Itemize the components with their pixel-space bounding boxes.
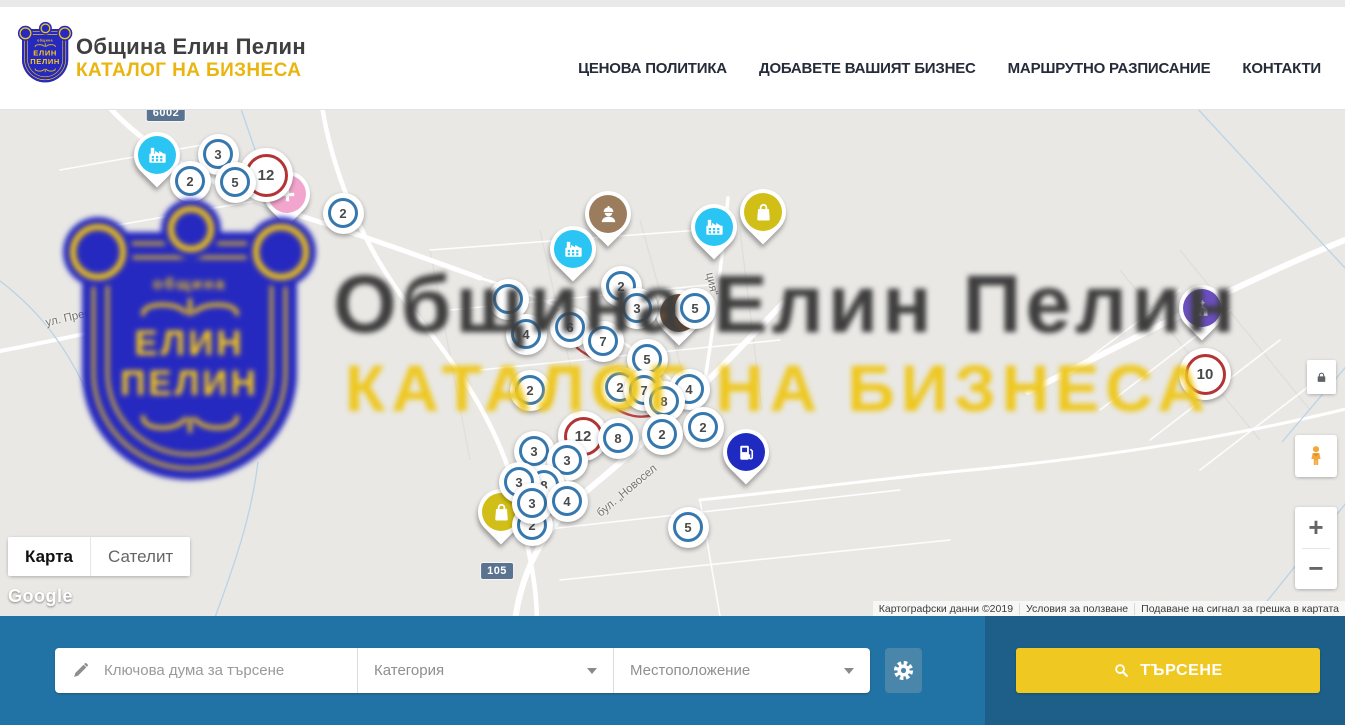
cluster-count: 5 bbox=[680, 293, 710, 323]
flourish-icon bbox=[33, 43, 57, 49]
cluster-marker[interactable]: 5 bbox=[675, 288, 716, 329]
shield-ornament bbox=[40, 23, 50, 33]
pin-marker-bag[interactable] bbox=[740, 189, 786, 235]
cluster-count: 2 bbox=[175, 166, 205, 196]
shield-ornament bbox=[59, 27, 71, 39]
bag-icon bbox=[744, 193, 782, 231]
map-markers: 312252235467522748212823382334510 bbox=[0, 110, 1345, 616]
cluster-count: 8 bbox=[649, 386, 679, 416]
main-nav: ЦЕНОВА ПОЛИТИКА ДОБАВЕТЕ ВАШИЯТ БИЗНЕС МАР… bbox=[578, 7, 1321, 120]
zoom-out-button[interactable]: − bbox=[1295, 549, 1337, 590]
category-select[interactable]: Категория bbox=[357, 648, 613, 693]
lock-button[interactable] bbox=[1307, 360, 1336, 394]
page: община ЕЛИН ПЕЛИН Община Елин Пелин КАТА… bbox=[0, 0, 1345, 725]
logo-shield: община ЕЛИН ПЕЛИН bbox=[22, 26, 68, 82]
chevron-down-icon bbox=[844, 668, 854, 674]
settings-button[interactable] bbox=[885, 648, 922, 693]
lock-icon bbox=[1315, 371, 1328, 384]
search-bar: ТЪРСЕНЕ Категория Местоположение bbox=[0, 616, 1345, 725]
shield-name-line2: ПЕЛИН bbox=[30, 57, 60, 66]
site-title: Община Елин Пелин bbox=[76, 34, 306, 60]
shield-name-line1: ЕЛИН bbox=[33, 49, 57, 58]
cluster-marker[interactable]: 3 bbox=[617, 288, 658, 329]
attribution-link[interactable]: Подаване на сигнал за грешка в картата bbox=[1134, 603, 1345, 615]
map-view-button[interactable]: Карта bbox=[8, 537, 90, 576]
cluster-count: 2 bbox=[647, 419, 677, 449]
chevron-down-icon bbox=[587, 668, 597, 674]
factory-icon bbox=[554, 230, 592, 268]
attribution-link[interactable]: Условия за ползване bbox=[1019, 603, 1134, 615]
cluster-marker[interactable]: 2 bbox=[683, 407, 724, 448]
location-select-value: Местоположение bbox=[630, 662, 750, 679]
cluster-count: 8 bbox=[603, 423, 633, 453]
pencil-icon bbox=[71, 661, 90, 680]
browser-edge-strip bbox=[0, 0, 1345, 7]
cluster-marker[interactable]: 2 bbox=[170, 161, 211, 202]
pin-marker-factory[interactable] bbox=[550, 226, 596, 272]
cluster-count: 3 bbox=[622, 293, 652, 323]
pin-marker-fuel[interactable] bbox=[723, 429, 769, 475]
pegman-icon bbox=[1304, 444, 1328, 468]
fuel-icon bbox=[727, 433, 765, 471]
pin-marker-factory[interactable] bbox=[691, 204, 737, 250]
gear-icon bbox=[892, 659, 915, 682]
cluster-marker[interactable]: 4 bbox=[506, 314, 547, 355]
nav-item[interactable]: МАРШРУТНО РАЗПИСАНИЕ bbox=[1008, 60, 1211, 77]
shield-ornament bbox=[19, 27, 31, 39]
search-fields: Категория Местоположение bbox=[55, 648, 870, 693]
map-canvas[interactable]: 6002105ул. Преславбул. „Новоселция“ 3122… bbox=[0, 110, 1345, 616]
map-attribution: Картографски данни ©2019Условия за ползв… bbox=[873, 601, 1345, 616]
zoom-in-button[interactable]: + bbox=[1295, 507, 1337, 548]
category-select-value: Категория bbox=[374, 662, 444, 679]
keyword-input[interactable] bbox=[102, 661, 341, 680]
search-button[interactable]: ТЪРСЕНЕ bbox=[1016, 648, 1320, 693]
shield-top-text: община bbox=[37, 38, 53, 42]
pegman-button[interactable] bbox=[1295, 435, 1337, 477]
cluster-count: 2 bbox=[688, 412, 718, 442]
cluster-count: 2 bbox=[515, 375, 545, 405]
site-header: община ЕЛИН ПЕЛИН Община Елин Пелин КАТА… bbox=[0, 7, 1345, 110]
keyword-field bbox=[55, 648, 357, 693]
search-icon bbox=[1113, 662, 1130, 679]
nav-item[interactable]: ЦЕНОВА ПОЛИТИКА bbox=[578, 60, 727, 77]
cluster-count: 5 bbox=[673, 512, 703, 542]
cluster-marker[interactable]: 5 bbox=[668, 507, 709, 548]
cluster-marker[interactable]: 10 bbox=[1179, 348, 1231, 400]
cluster-marker[interactable]: 2 bbox=[510, 370, 551, 411]
cluster-count: 5 bbox=[220, 167, 250, 197]
factory-icon bbox=[138, 136, 176, 174]
google-logo[interactable]: Google bbox=[8, 586, 73, 607]
search-button-label: ТЪРСЕНЕ bbox=[1140, 662, 1223, 680]
zoom-control: + − bbox=[1295, 507, 1337, 589]
cluster-marker[interactable]: 7 bbox=[583, 321, 624, 362]
location-select[interactable]: Местоположение bbox=[613, 648, 870, 693]
search-bar-right-panel: ТЪРСЕНЕ bbox=[985, 616, 1345, 725]
cluster-count: 4 bbox=[552, 486, 582, 516]
cluster-marker[interactable]: 2 bbox=[642, 414, 683, 455]
cluster-marker[interactable]: 4 bbox=[547, 481, 588, 522]
nav-item[interactable]: ДОБАВЕТЕ ВАШИЯТ БИЗНЕС bbox=[759, 60, 976, 77]
nav-item[interactable]: КОНТАКТИ bbox=[1242, 60, 1321, 77]
cluster-count: 4 bbox=[511, 319, 541, 349]
cluster-count: 2 bbox=[328, 198, 358, 228]
cluster-count: 7 bbox=[588, 326, 618, 356]
site-subtitle: КАТАЛОГ НА БИЗНЕСА bbox=[76, 60, 301, 82]
cluster-count: 3 bbox=[517, 488, 547, 518]
satellite-view-button[interactable]: Сателит bbox=[90, 537, 190, 576]
cluster-count: 10 bbox=[1185, 354, 1226, 395]
cluster-marker[interactable]: 2 bbox=[323, 193, 364, 234]
cluster-count bbox=[493, 284, 523, 314]
map-type-control: Карта Сателит bbox=[8, 537, 190, 576]
cluster-marker[interactable]: 5 bbox=[215, 162, 256, 203]
factory-icon bbox=[695, 208, 733, 246]
attribution-text: Картографски данни ©2019 bbox=[873, 603, 1019, 615]
church-icon bbox=[1183, 289, 1221, 327]
pin-marker-church[interactable] bbox=[1179, 285, 1225, 331]
flourish-icon bbox=[33, 67, 57, 73]
cluster-marker[interactable]: 8 bbox=[598, 418, 639, 459]
site-logo[interactable]: община ЕЛИН ПЕЛИН bbox=[22, 26, 69, 84]
cluster-count: 6 bbox=[555, 312, 585, 342]
